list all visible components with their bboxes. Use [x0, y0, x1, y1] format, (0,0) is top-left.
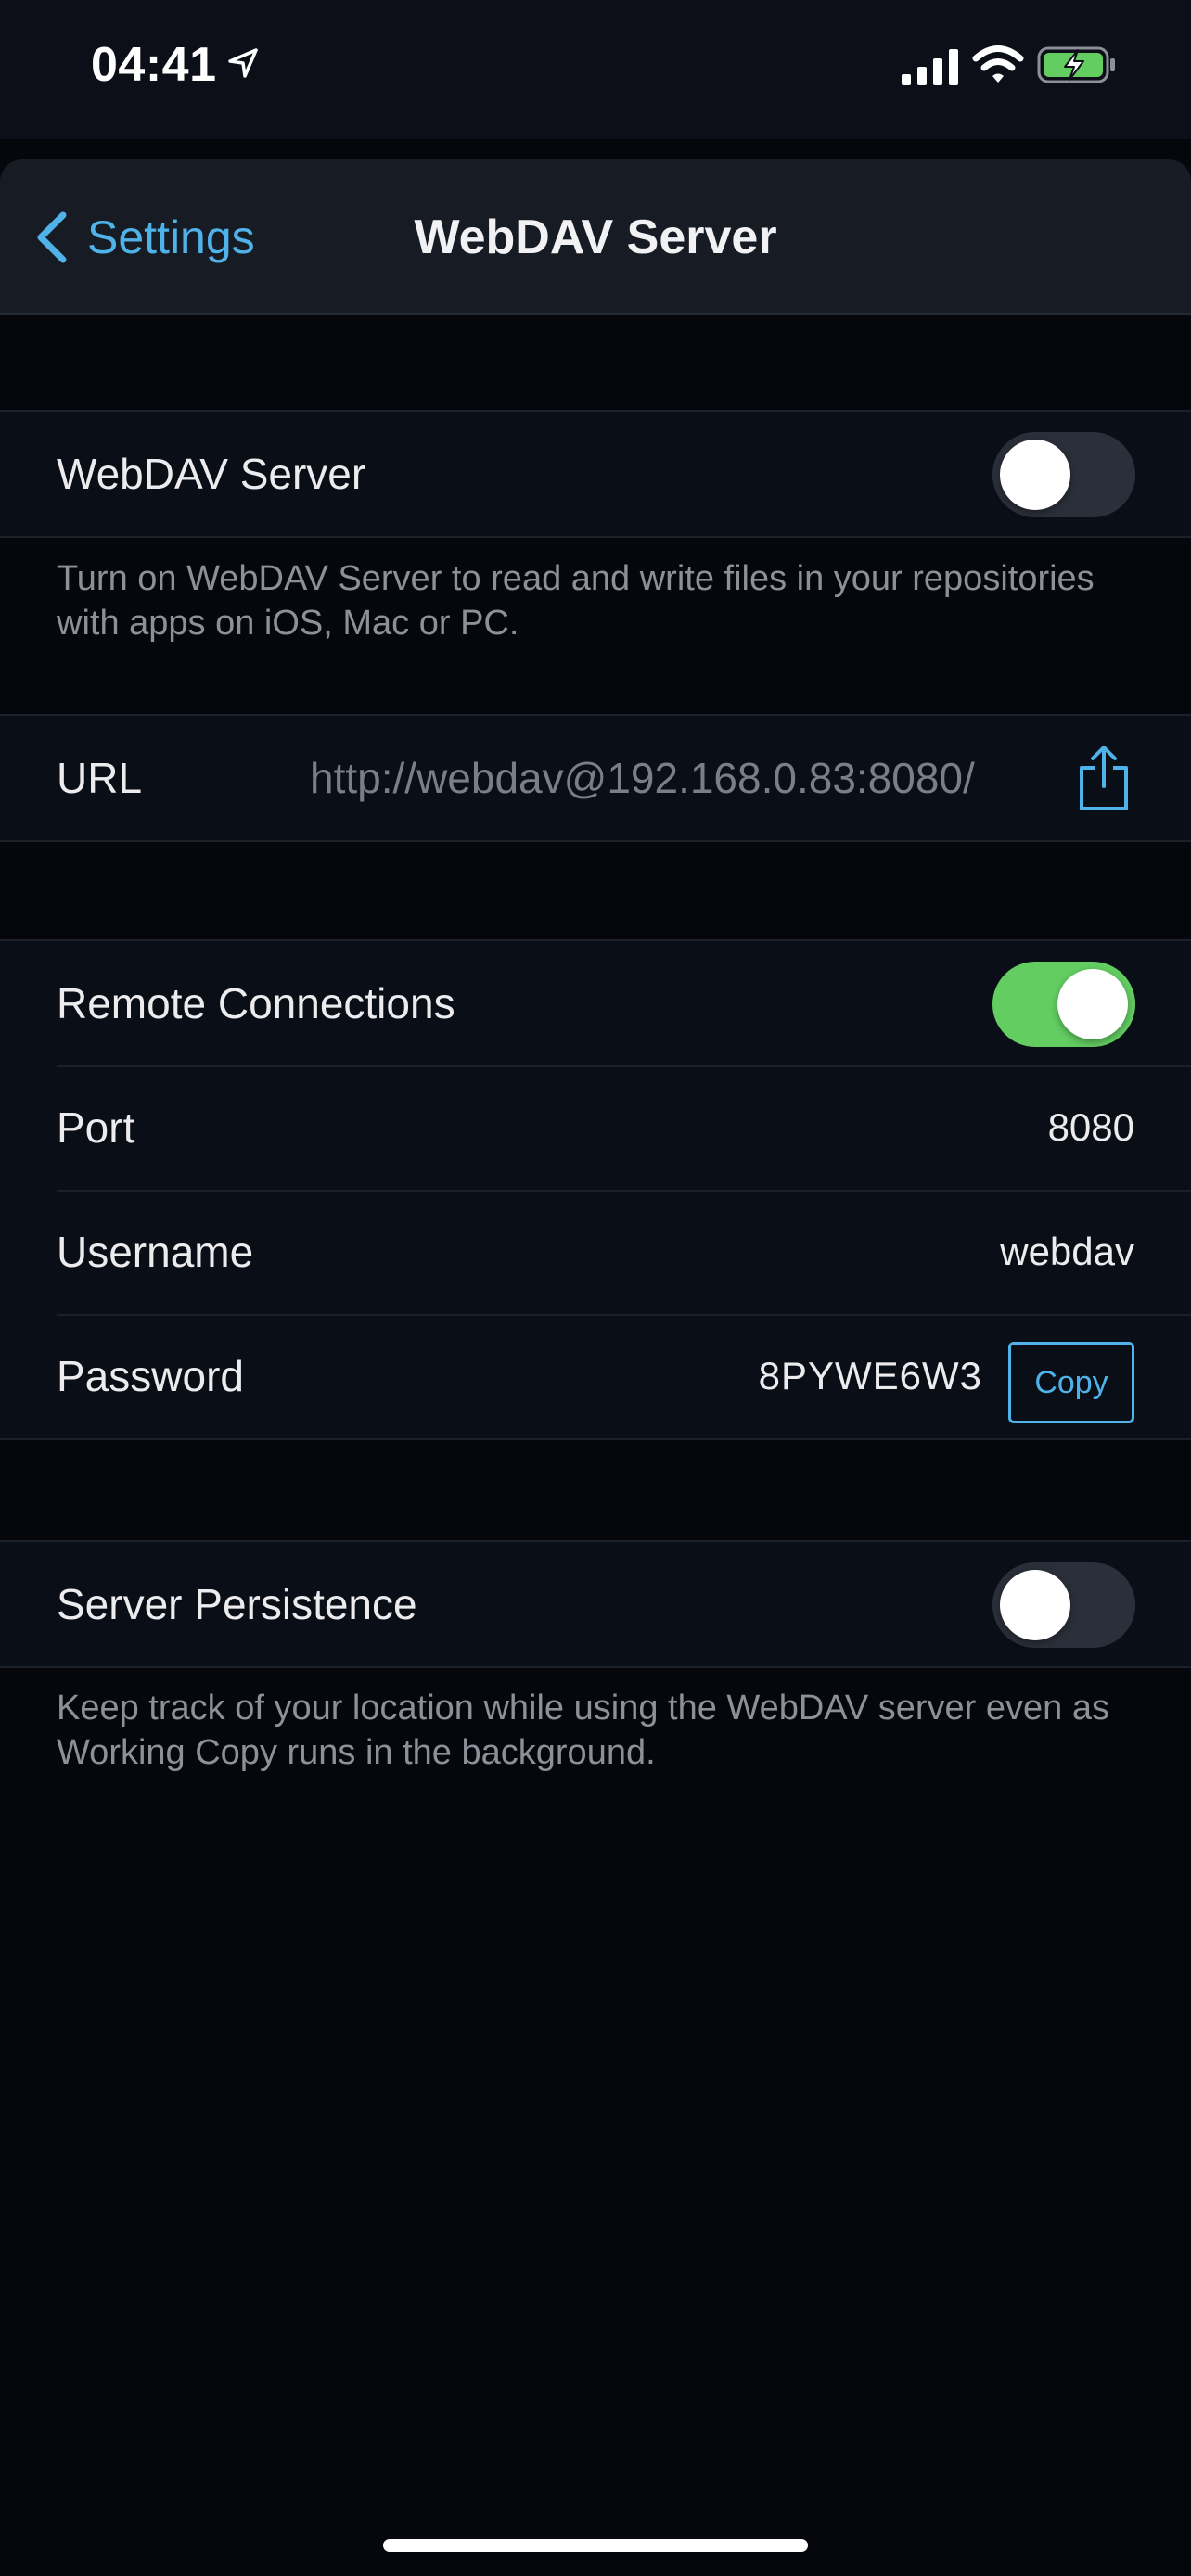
url-value: http://webdav@192.168.0.83:8080/ — [310, 754, 975, 802]
status-bar: 04:41 — [0, 0, 1191, 139]
remote-connections-row: Remote Connections — [0, 941, 1191, 1065]
webdav-server-description: Turn on WebDAV Server to read and write … — [57, 559, 1095, 643]
username-row[interactable]: Username webdav — [0, 1190, 1191, 1314]
wifi-icon — [972, 45, 1024, 83]
password-value: 8PYWE6W3 — [758, 1354, 982, 1397]
url-label: URL — [57, 754, 143, 802]
remote-connections-label: Remote Connections — [57, 979, 455, 1027]
share-icon[interactable] — [1076, 744, 1132, 812]
copy-password-button[interactable]: Copy — [1008, 1342, 1134, 1423]
port-label: Port — [57, 1103, 135, 1152]
battery-charging-icon — [1037, 46, 1115, 83]
location-arrow-icon — [228, 48, 258, 78]
webdav-server-toggle[interactable] — [992, 432, 1135, 517]
toggle-knob — [1057, 969, 1128, 1039]
server-persistence-description: Keep track of your location while using … — [57, 1689, 1109, 1772]
home-indicator[interactable] — [383, 2539, 808, 2552]
server-persistence-row: Server Persistence — [0, 1542, 1191, 1666]
toggle-knob — [1000, 440, 1070, 510]
webdav-settings-screen: 04:41 Settings WebDAV Server WebDAV Serv… — [0, 0, 1191, 2576]
navigation-bar: Settings WebDAV Server — [0, 159, 1191, 315]
port-value: 8080 — [1047, 1105, 1134, 1149]
webdav-server-label: WebDAV Server — [57, 450, 366, 498]
remote-connections-group: Remote Connections Port 8080 Username we… — [0, 939, 1191, 1440]
status-time: 04:41 — [91, 38, 217, 92]
password-row: Password 8PYWE6W3 Copy — [0, 1314, 1191, 1438]
webdav-server-row: WebDAV Server — [0, 412, 1191, 536]
toggle-knob — [1000, 1570, 1070, 1640]
server-persistence-group: Server Persistence — [0, 1540, 1191, 1668]
username-label: Username — [57, 1228, 254, 1276]
cellular-signal-icon — [902, 49, 958, 85]
username-value: webdav — [1000, 1230, 1134, 1273]
password-label: Password — [57, 1352, 244, 1400]
url-group: URL http://webdav@192.168.0.83:8080/ — [0, 714, 1191, 842]
server-persistence-label: Server Persistence — [57, 1580, 417, 1628]
page-title: WebDAV Server — [414, 210, 777, 264]
url-row: URL http://webdav@192.168.0.83:8080/ — [0, 716, 1191, 840]
server-persistence-toggle[interactable] — [992, 1562, 1135, 1648]
remote-connections-toggle[interactable] — [992, 962, 1135, 1047]
webdav-server-group: WebDAV Server — [0, 410, 1191, 538]
port-row[interactable]: Port 8080 — [0, 1065, 1191, 1190]
